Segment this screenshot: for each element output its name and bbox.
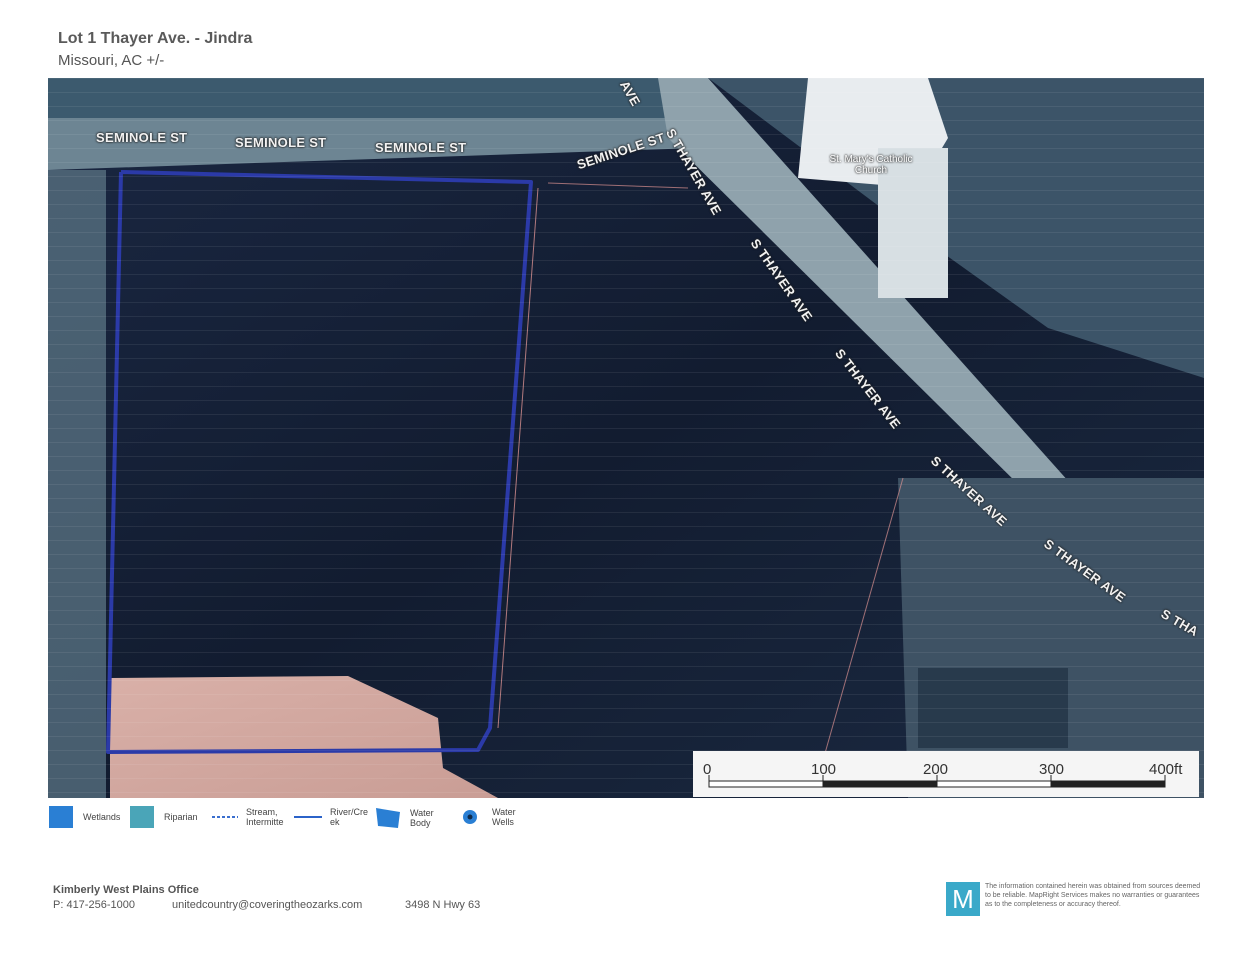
mapright-logo: M bbox=[946, 882, 980, 916]
scale-label: 200 bbox=[923, 761, 949, 778]
office-name: Kimberly West Plains Office bbox=[53, 884, 199, 896]
stream-dashed-line bbox=[212, 816, 238, 818]
legend-riparian: Riparian bbox=[130, 806, 198, 828]
street-label-seminole: SEMINOLE ST bbox=[235, 135, 327, 150]
street-label-seminole: SEMINOLE ST bbox=[375, 140, 467, 155]
scale-label: 400ft bbox=[1149, 761, 1183, 778]
water-well-marker bbox=[463, 810, 477, 824]
scale-bar: 0 100 200 300 400ft bbox=[693, 751, 1199, 797]
scale-label: 300 bbox=[1039, 761, 1065, 778]
office-phone: P: 417-256-1000 bbox=[53, 899, 135, 911]
water-body-shape bbox=[376, 808, 400, 828]
aerial-map[interactable]: SEMINOLE ST SEMINOLE ST SEMINOLE ST SEMI… bbox=[48, 78, 1204, 798]
legend-water-body: Water Body bbox=[374, 806, 440, 830]
street-label-seminole: SEMINOLE ST bbox=[96, 130, 188, 145]
map-title: Lot 1 Thayer Ave. - Jindra bbox=[58, 30, 253, 47]
map-subtitle: Missouri, AC +/- bbox=[58, 52, 165, 69]
legend-river: River/Cre ek bbox=[294, 806, 370, 828]
legend-stream: Stream, Intermitte bbox=[212, 806, 290, 828]
river-line bbox=[294, 816, 322, 818]
riparian-swatch bbox=[130, 806, 154, 828]
church-label: St. Mary's Catholic Church bbox=[829, 154, 913, 176]
map-imagery bbox=[48, 78, 1204, 798]
legend-wetlands: Wetlands bbox=[49, 806, 120, 828]
disclaimer-text: The information contained herein was obt… bbox=[985, 883, 1201, 908]
office-address: 3498 N Hwy 63 bbox=[405, 899, 481, 911]
scan-overlay bbox=[48, 78, 1204, 798]
wetlands-swatch bbox=[49, 806, 73, 828]
legend-water-wells: Water Wells bbox=[460, 806, 522, 828]
scale-label: 0 bbox=[703, 761, 712, 778]
scale-label: 100 bbox=[811, 761, 837, 778]
office-email[interactable]: unitedcountry@coveringtheozarks.com bbox=[172, 899, 362, 911]
